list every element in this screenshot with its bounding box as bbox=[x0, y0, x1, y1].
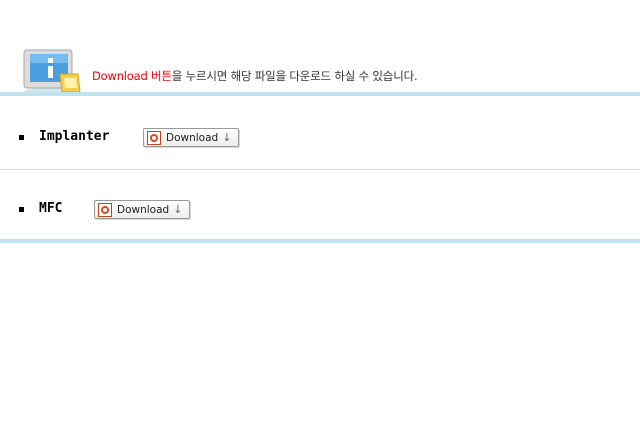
bullet-icon bbox=[19, 135, 24, 140]
download-button-implanter[interactable]: Download ↓ bbox=[143, 128, 239, 147]
download-arrow-icon: ↓ bbox=[173, 203, 183, 216]
download-button-label: Download bbox=[117, 203, 170, 216]
notice-accent: Download 버튼 bbox=[92, 69, 172, 83]
top-divider bbox=[0, 92, 640, 96]
list-item-mfc: MFC Download ↓ bbox=[0, 196, 640, 226]
list-item-implanter: Implanter Download ↓ bbox=[0, 124, 640, 154]
pdf-icon bbox=[98, 202, 112, 217]
download-arrow-icon: ↓ bbox=[222, 131, 232, 144]
monitor-info-icon bbox=[23, 49, 81, 94]
item-label: Implanter bbox=[39, 129, 110, 144]
pdf-icon bbox=[147, 130, 161, 145]
bullet-icon bbox=[19, 207, 24, 212]
bottom-divider bbox=[0, 239, 640, 243]
item-divider bbox=[0, 169, 640, 170]
header: Download 버튼을 누르시면 해당 파일을 다운로드 하실 수 있습니다. bbox=[0, 0, 640, 96]
notice-text: 을 누르시면 해당 파일을 다운로드 하실 수 있습니다. bbox=[171, 69, 418, 83]
download-button-label: Download bbox=[166, 131, 219, 144]
item-label: MFC bbox=[39, 201, 63, 216]
download-button-mfc[interactable]: Download ↓ bbox=[94, 200, 190, 219]
download-notice: Download 버튼을 누르시면 해당 파일을 다운로드 하실 수 있습니다. bbox=[92, 68, 418, 84]
